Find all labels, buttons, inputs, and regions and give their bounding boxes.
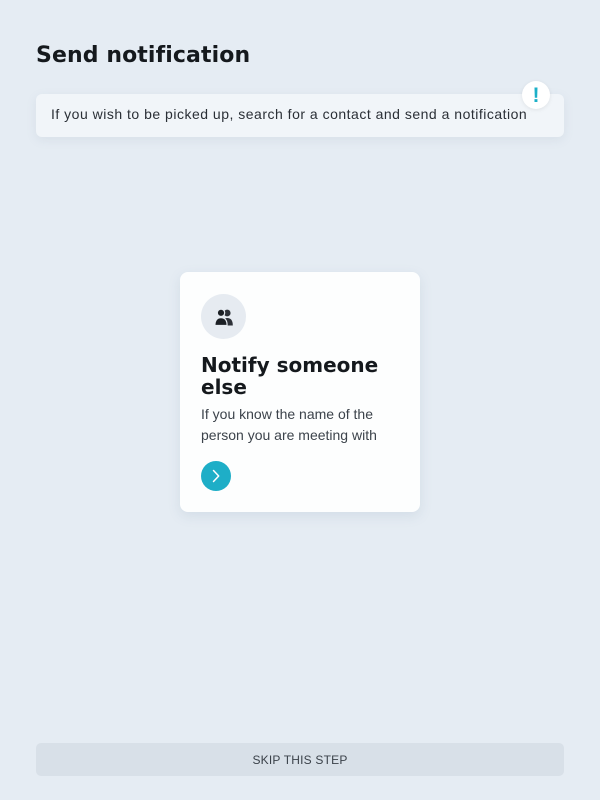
chevron-right-icon[interactable] xyxy=(201,461,231,491)
info-banner-text: If you wish to be picked up, search for … xyxy=(51,106,528,122)
exclamation-icon: ! xyxy=(522,81,550,109)
exclamation-symbol: ! xyxy=(532,83,540,107)
users-icon xyxy=(201,294,246,339)
info-banner: If you wish to be picked up, search for … xyxy=(36,81,564,137)
page-title: Send notification xyxy=(36,43,251,68)
notify-someone-else-card[interactable]: Notify someone else If you know the name… xyxy=(180,272,420,512)
chevron-right-glyph xyxy=(212,469,220,483)
card-description: If you know the name of the person you a… xyxy=(201,406,377,443)
users-icon-graphic xyxy=(213,308,233,326)
card-title: Notify someone else xyxy=(201,353,379,399)
skip-step-button[interactable]: SKIP THIS STEP xyxy=(36,743,564,776)
